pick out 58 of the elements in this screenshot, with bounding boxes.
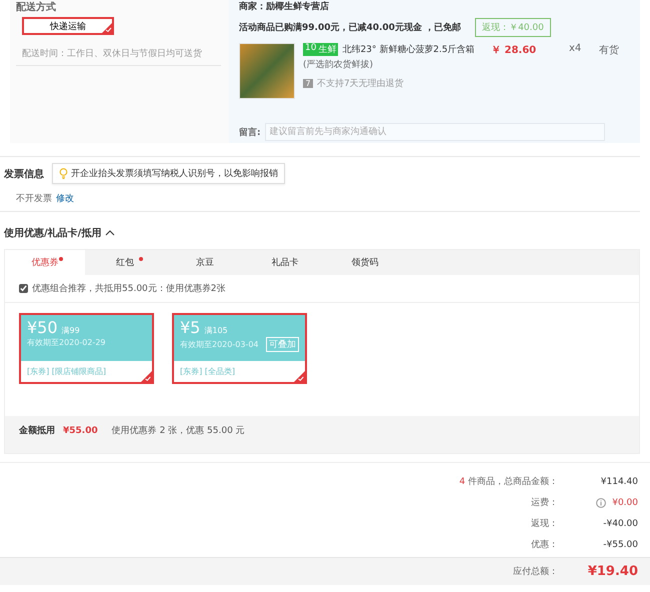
total-label: 返现： bbox=[531, 518, 558, 530]
check-corner-icon bbox=[294, 371, 305, 382]
product-subtitle: (严选韵农货鲜拔) bbox=[303, 58, 374, 71]
coupon-condition: 满105 bbox=[204, 325, 228, 336]
photo-placeholder[interactable] bbox=[239, 43, 295, 99]
check-corner-icon bbox=[141, 371, 152, 382]
tab[interactable]: 领货码 bbox=[325, 250, 405, 275]
invoice-status: 不开发票 bbox=[16, 194, 52, 204]
summary-label: 金额抵用 bbox=[19, 424, 55, 437]
delivery-option-button[interactable]: 快递运输 bbox=[22, 17, 114, 35]
info-icon[interactable] bbox=[596, 498, 606, 508]
coupon-validity: 有效期至2020-03-04 bbox=[180, 339, 258, 350]
total-label: 优惠： bbox=[531, 538, 558, 551]
message-label: 留言: bbox=[239, 126, 261, 138]
fresh-tag: 10 生鲜 bbox=[303, 43, 338, 56]
product-price: ￥ 28.60 bbox=[491, 44, 538, 58]
edit-link[interactable]: 修改 bbox=[56, 194, 74, 204]
merchant-name: 商家：励椰生鲜专营店 bbox=[239, 0, 330, 13]
coupon-condition: 满99 bbox=[62, 325, 80, 336]
delivery-time-note: 配送时间：工作日、双休日与节假日均可送货 bbox=[16, 47, 221, 66]
invoice-tip-text: 开企业抬头发票须填写纳税人识别号，以免影响报销 bbox=[71, 168, 278, 180]
item-count: 4 bbox=[459, 477, 466, 487]
total-value: -¥55.00 bbox=[603, 540, 638, 550]
summary-note: 使用优惠券 2 张，优惠 55.00 元 bbox=[112, 424, 245, 437]
tab[interactable]: 礼品卡 bbox=[245, 250, 325, 275]
tab[interactable]: 京豆 bbox=[165, 250, 245, 275]
return-note: 不支持7天无理由退货 bbox=[317, 78, 404, 90]
bulb-icon bbox=[59, 168, 68, 179]
payable-amount: ¥19.40 bbox=[588, 564, 638, 579]
goods-total-value: ¥114.40 bbox=[600, 476, 638, 486]
tab[interactable]: 红包 bbox=[85, 250, 165, 275]
stackable-badge: 可叠加 bbox=[266, 337, 299, 352]
tab[interactable]: 优惠券 bbox=[5, 250, 85, 275]
total-value: -¥40.00 bbox=[603, 518, 638, 528]
cashback-badge: 返现：￥40.00 bbox=[475, 18, 551, 37]
section-title: 使用优惠/礼品卡/抵用 bbox=[4, 226, 102, 240]
coupon-tags: [东券] [全品类] bbox=[174, 361, 293, 382]
section-title: 发票信息 bbox=[4, 168, 44, 180]
product-quantity: x4 bbox=[569, 43, 582, 56]
coupon-amount: ¥5 bbox=[180, 318, 200, 337]
total-label: 运费： bbox=[531, 496, 558, 509]
coupon-validity: 有效期至2020-02-29 bbox=[27, 337, 106, 348]
recommend-label: 优惠组合推荐，共抵用55.00元：使用优惠券2张 bbox=[32, 282, 226, 295]
product-name[interactable]: 北纬23° 新鲜糖心菠萝2.5斤含箱 bbox=[342, 43, 475, 56]
section-title: 配送方式 bbox=[16, 0, 57, 14]
message-field[interactable]: 建议留言前先与商家沟通确认 bbox=[264, 123, 605, 141]
stock-status: 有货 bbox=[599, 44, 619, 58]
coupon-tags: [东券] [限店铺限商品] bbox=[21, 361, 140, 382]
item-count-label: 件商品，总商品金额： bbox=[466, 477, 558, 487]
summary-amount: ¥55.00 bbox=[63, 426, 98, 436]
check-corner-icon bbox=[102, 23, 112, 33]
coupon-amount: ¥50 bbox=[27, 318, 58, 337]
shipping-fee: ¥0.00 bbox=[612, 498, 638, 508]
return-icon: 7 bbox=[303, 79, 313, 88]
payable-label: 应付总额： bbox=[513, 566, 558, 578]
promo-text: 活动商品已购满99.00元，已减40.00元现金 ，已免邮 bbox=[239, 21, 462, 34]
caret-icon[interactable] bbox=[105, 229, 116, 237]
checkbox[interactable] bbox=[19, 284, 28, 293]
